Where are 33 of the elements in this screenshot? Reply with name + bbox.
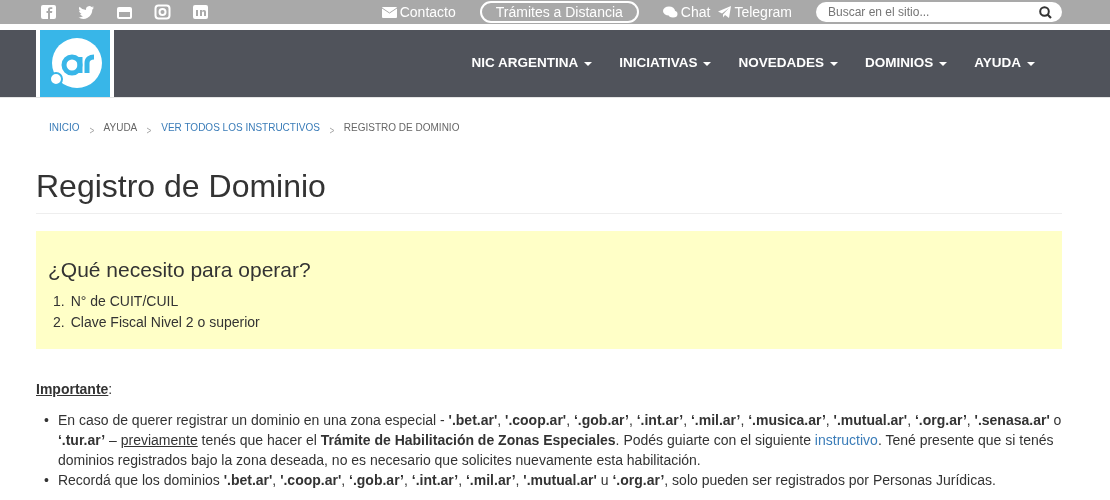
important-label: Importante: [36, 379, 114, 399]
bullet-marker: • [44, 410, 49, 430]
breadcrumb-current: REGISTRO DE DOMINIO [343, 121, 460, 135]
breadcrumb-current: AYUDA [103, 121, 138, 135]
breadcrumb-link[interactable]: INICIO [49, 120, 80, 137]
bullet-marker: • [44, 470, 49, 490]
instructivo-link[interactable]: instructivo [814, 431, 878, 448]
linkedin-icon[interactable] [192, 4, 209, 20]
chevron-icon [328, 126, 335, 134]
nav-menu-item[interactable]: AYUDA [974, 53, 1035, 74]
requirement-item: Clave Fiscal Nivel 2 o superior [70, 312, 260, 332]
item-number: 1. [53, 291, 65, 311]
logo[interactable] [36, 30, 114, 97]
requirement-item: N° de CUIT/CUIL [70, 291, 179, 311]
bullet-paragraph: En caso de querer registrar un dominio en una zona especial - '.bet.ar', '.coop.ar', ‘.gob.ar’, ‘.int.ar’, ‘.mil.ar’, ‘.musica.ar’, '.mutual.ar', ‘.org.ar’, '.senasa.ar' o ‘.tur.ar’ – previamente tenés que hacer el Trámite de Habilitación de Zonas Especiales. Podés guiarte con el siguiente instructivo. Tené presente que si tenés dominios registrados bajo la zona deseada, no es necesario que solicites nuevamente esta habilitación. [57, 410, 1062, 470]
nav-menu-item[interactable]: NOVEDADES [738, 53, 838, 74]
chat-bubbles-icon [662, 6, 678, 18]
chevron-icon [146, 126, 153, 134]
nav-menu-item[interactable]: NIC ARGENTINA [471, 53, 593, 74]
item-number: 2. [53, 312, 65, 332]
envelope-icon [381, 6, 397, 18]
chevron-icon [88, 126, 95, 134]
requirements-heading: ¿Qué necesito para operar? [48, 257, 312, 283]
nav-menu-item[interactable]: INICIATIVAS [619, 53, 712, 74]
paper-plane-icon [718, 6, 732, 18]
nav-menu-item[interactable]: DOMINIOS [864, 53, 948, 74]
facebook-icon[interactable] [40, 4, 57, 20]
instagram-icon[interactable] [154, 4, 171, 20]
bullet-paragraph: Recordá que los dominios '.bet.ar', '.coop.ar', ‘.gob.ar’, ‘.int.ar’, ‘.mil.ar’, '.mutual.ar' u ‘.org.ar’, solo pueden ser registrados por Personas Jurídicas. [57, 470, 996, 490]
page-title: Registro de Dominio [36, 167, 1062, 215]
search-icon[interactable] [1039, 5, 1052, 19]
twitter-icon[interactable] [78, 4, 95, 20]
breadcrumb-link[interactable]: VER TODOS LOS INSTRUCTIVOS [161, 120, 320, 137]
